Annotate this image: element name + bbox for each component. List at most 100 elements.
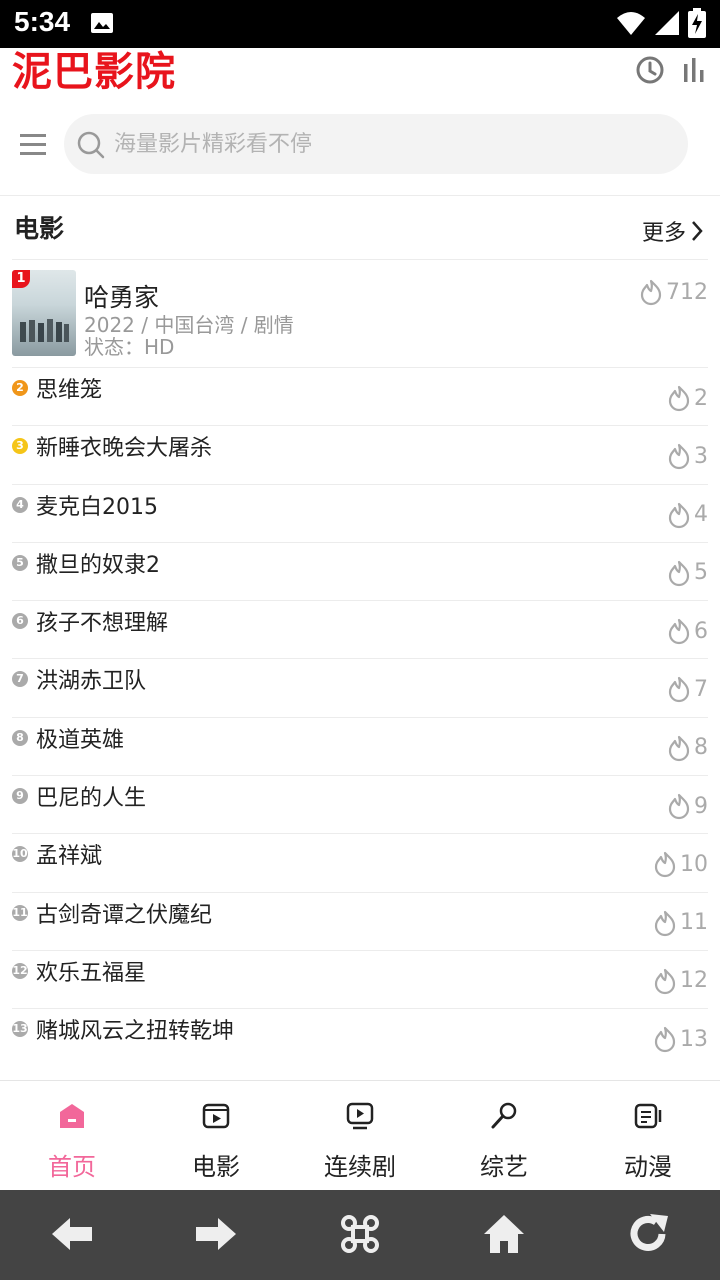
hot-value: 2	[694, 385, 708, 411]
movie-title: 欢乐五福星	[36, 960, 147, 986]
command-icon[interactable]	[338, 1212, 382, 1256]
tab-label: 综艺	[480, 1153, 528, 1181]
rank-number: 7	[12, 671, 28, 688]
hot-count: 13	[652, 1025, 708, 1053]
flame-icon	[668, 677, 690, 703]
more-button[interactable]: 更多	[642, 215, 704, 247]
rank-number: 12	[12, 962, 28, 979]
list-item[interactable]: 11 古剑奇谭之伏魔纪 11	[12, 891, 708, 950]
more-label: 更多	[641, 221, 686, 246]
house-icon[interactable]	[482, 1212, 526, 1256]
rank-number: 3	[12, 438, 28, 455]
tab-home[interactable]: 首页	[0, 1081, 144, 1191]
list-item[interactable]: 3 新睡衣晚会大屠杀 3	[12, 425, 708, 483]
list-item[interactable]: 4 麦克白2015 4	[12, 483, 708, 542]
movie-title: 赌城风云之扭转乾坤	[36, 1019, 235, 1045]
movie-title: 撒旦的奴隶2	[36, 552, 160, 578]
hot-value: 8	[694, 735, 708, 761]
flame-icon	[668, 735, 690, 761]
flame-icon	[668, 619, 690, 645]
flame-icon	[668, 502, 690, 528]
hot-value: 5	[694, 560, 708, 586]
rank-number: 9	[12, 788, 28, 805]
flame-icon	[668, 385, 690, 412]
movie-title: 孩子不想理解	[36, 611, 169, 637]
microphone-icon	[491, 1102, 517, 1129]
poster-figures	[20, 319, 69, 342]
flame-icon	[640, 279, 662, 306]
movie-title: 古剑奇谭之伏魔纪	[36, 902, 213, 928]
top-ranked-item[interactable]: 1 哈勇家 2022 / 中国台湾 / 剧情 状态：HD 712	[12, 259, 708, 367]
rank-number: 13	[12, 1021, 28, 1038]
movie-title: 麦克白2015	[36, 494, 158, 520]
hot-value: 10	[680, 851, 708, 877]
movie-title: 新睡衣晚会大屠杀	[36, 436, 213, 462]
hot-value: 11	[680, 910, 708, 936]
flame-icon	[654, 1027, 676, 1053]
tab-label: 连续剧	[324, 1153, 396, 1181]
signal-icon	[655, 11, 679, 35]
browser-toolbar	[0, 1190, 720, 1280]
list-item[interactable]: 6 孩子不想理解 6	[12, 600, 708, 658]
top-item-info: 2022 / 中国台湾 / 剧情	[84, 313, 294, 337]
list-item[interactable]: 9 巴尼的人生 9	[12, 775, 708, 833]
wifi-icon	[617, 12, 645, 35]
tab-microphone[interactable]: 综艺	[432, 1081, 576, 1191]
hot-value: 13	[680, 1026, 708, 1052]
status-bar: 5:34	[0, 0, 720, 48]
hot-count: 7	[666, 675, 708, 703]
history-icon[interactable]	[634, 54, 666, 86]
back-arrow-icon[interactable]	[50, 1212, 94, 1256]
flame-icon	[654, 910, 676, 936]
hot-count: 2	[666, 384, 708, 412]
flame-icon	[668, 560, 690, 586]
menu-icon[interactable]	[20, 132, 48, 156]
hot-value: 4	[694, 502, 708, 528]
list-item[interactable]: 8 极道英雄 8	[12, 716, 708, 775]
list-item[interactable]: 2 思维笼 2	[12, 367, 708, 425]
image-notification-icon	[91, 13, 113, 33]
ranked-list: 2 思维笼 2 3 新睡衣晚会大屠杀 3 4 麦克白2015 4 5 撒旦的奴隶2 5 6 孩子不想理解 6…	[12, 367, 708, 1067]
movie-title: 思维笼	[36, 378, 103, 403]
tab-anime[interactable]: 动漫	[576, 1081, 720, 1191]
stats-icon[interactable]	[678, 54, 710, 86]
tab-label: 电影	[192, 1153, 240, 1181]
hot-value: 3	[694, 443, 708, 469]
list-item[interactable]: 12 欢乐五福星 12	[12, 949, 708, 1008]
movie-title: 极道英雄	[36, 727, 125, 753]
tab-label: 首页	[48, 1153, 96, 1181]
hot-count: 4	[666, 501, 708, 529]
anime-icon	[634, 1103, 662, 1129]
forward-arrow-icon[interactable]	[194, 1212, 238, 1256]
list-item[interactable]: 13 赌城风云之扭转乾坤 13	[12, 1008, 708, 1066]
rank-number: 8	[12, 729, 28, 746]
search-bar[interactable]	[64, 114, 688, 174]
top-item-meta: 2022 / 中国台湾 / 剧情 状态：HD	[84, 314, 294, 358]
list-item[interactable]: 5 撒旦的奴隶2 5	[12, 541, 708, 600]
list-item[interactable]: 7 洪湖赤卫队 7	[12, 658, 708, 716]
search-input[interactable]	[114, 122, 674, 166]
hot-count: 12	[652, 967, 708, 995]
battery-charging-icon	[688, 8, 706, 38]
status-time: 5:34	[14, 6, 71, 37]
bottom-navigation: 首页 电影 连续剧 综艺 动漫	[0, 1080, 720, 1190]
hot-count: 8	[666, 734, 708, 762]
hot-count: 9	[666, 792, 708, 820]
hot-count: 5	[666, 559, 708, 587]
movie-icon	[202, 1103, 230, 1129]
list-item[interactable]: 10 孟祥斌 10	[12, 833, 708, 891]
flame-icon	[668, 793, 690, 820]
tab-tv-series[interactable]: 连续剧	[288, 1081, 432, 1191]
rank-number: 5	[12, 554, 28, 571]
refresh-icon[interactable]	[626, 1212, 670, 1256]
tab-movie[interactable]: 电影	[144, 1081, 288, 1191]
rank-number: 6	[12, 613, 28, 630]
movie-poster: 1	[12, 270, 76, 356]
tv-series-icon	[346, 1102, 374, 1130]
chevron-right-icon	[692, 221, 703, 241]
hot-count: 10	[652, 850, 708, 878]
hot-count: 11	[652, 909, 708, 937]
hot-value: 712	[666, 279, 708, 305]
rank-badge: 1	[12, 270, 30, 288]
hot-value: 7	[694, 676, 708, 702]
